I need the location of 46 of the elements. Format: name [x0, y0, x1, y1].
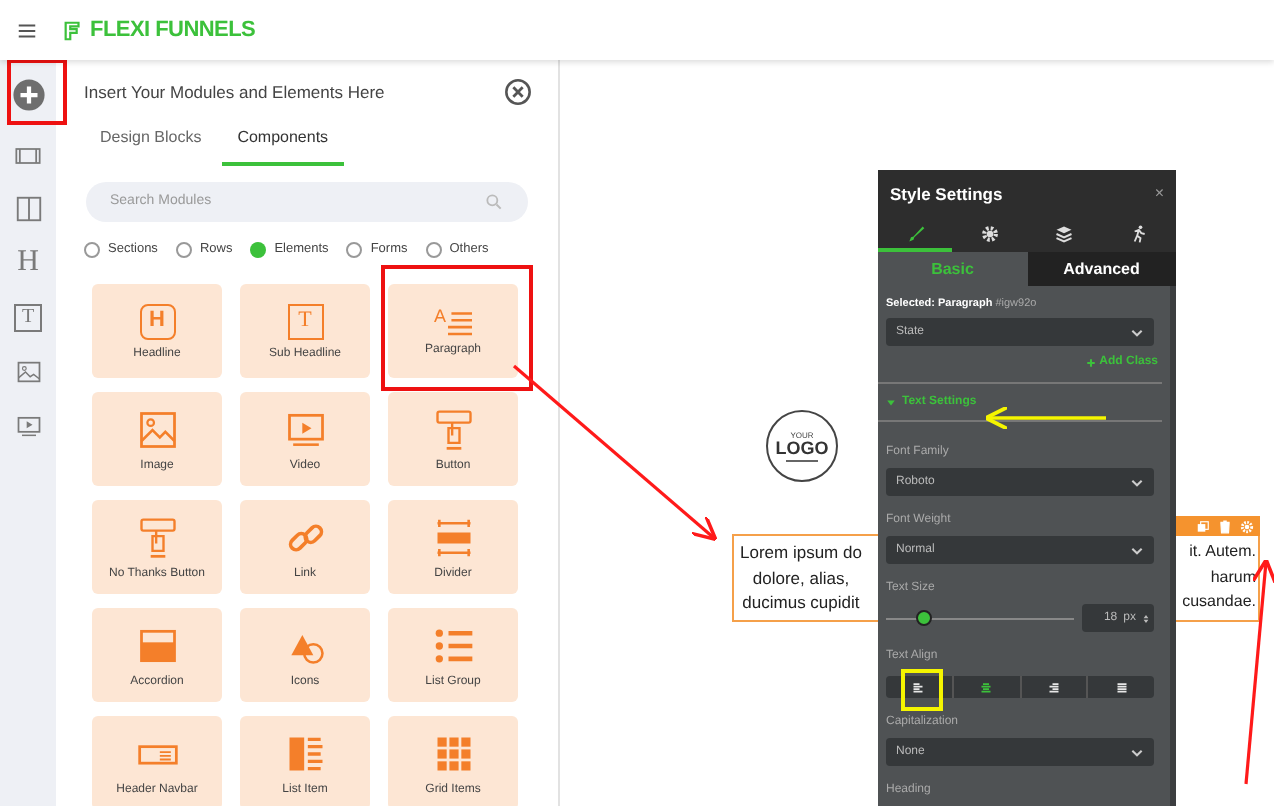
video-icon[interactable] — [13, 411, 43, 439]
subheadline-icon: T — [287, 303, 323, 339]
paragraph-text: it. Autem. — [1189, 540, 1256, 564]
menu-icon[interactable] — [16, 19, 38, 41]
panel-title: Insert Your Modules and Elements Here — [84, 79, 385, 105]
chevron-down-icon[interactable] — [1128, 543, 1146, 557]
paragraph-text: cusandae. — [1182, 590, 1256, 614]
add-icon[interactable] — [11, 77, 45, 111]
heading-icon[interactable]: H — [17, 248, 39, 278]
columns-icon[interactable] — [13, 194, 43, 224]
align-right-icon — [1047, 681, 1060, 693]
image-icon — [135, 407, 179, 451]
close-icon[interactable] — [504, 78, 532, 106]
text-box-icon[interactable]: T — [14, 303, 42, 331]
logo-icon — [62, 17, 84, 43]
align-left-icon — [912, 681, 925, 693]
hand-button-icon — [431, 407, 475, 451]
layers-icon — [1054, 224, 1075, 244]
close-button[interactable]: × — [1154, 186, 1164, 203]
panel-tab[interactable]: Design Blocks — [84, 118, 218, 166]
headline-icon: H — [139, 303, 175, 339]
align-center-icon — [980, 681, 993, 693]
hand-button-icon — [135, 515, 179, 559]
brand-name: FLEXI FUNNELS — [90, 15, 256, 46]
paragraph-text: ducimus cupidit — [742, 590, 860, 615]
highlight-box — [7, 59, 67, 125]
caret-down-icon — [886, 397, 896, 407]
chevron-down-icon[interactable] — [1128, 745, 1146, 759]
align-justify-icon — [1115, 681, 1128, 693]
paragraph-text: dolore, alias, — [752, 565, 850, 590]
paragraph-text: harum — [1210, 565, 1256, 589]
arrow — [983, 405, 1106, 431]
paragraph-text: Lorem ipsum do — [740, 540, 862, 565]
highlight-box — [901, 669, 943, 711]
mode-tab[interactable]: Advanced — [1027, 252, 1176, 286]
slider-thumb[interactable] — [915, 610, 932, 626]
panel-title: Style Settings — [890, 182, 1003, 208]
chevron-down-icon[interactable] — [1128, 325, 1146, 339]
slider[interactable] — [886, 606, 1074, 630]
plus-icon[interactable] — [1085, 358, 1096, 368]
chevron-down-icon[interactable] — [1128, 475, 1146, 489]
spinner-icon[interactable] — [1142, 611, 1150, 625]
brush-icon — [905, 224, 926, 244]
image-icon[interactable] — [13, 357, 43, 385]
running-icon — [1128, 224, 1149, 244]
panel-tab[interactable]: Components — [221, 118, 345, 166]
